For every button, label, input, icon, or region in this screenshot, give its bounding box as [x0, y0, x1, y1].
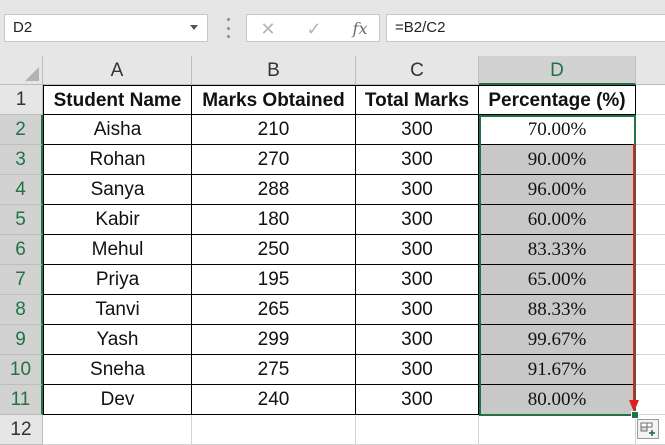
fill-down-arrow-icon	[629, 144, 639, 412]
empty-cell[interactable]	[636, 85, 665, 115]
empty-cell[interactable]	[636, 265, 665, 295]
header-cell-marks-obtained[interactable]: Marks Obtained	[192, 85, 356, 115]
cell-percentage[interactable]: 88.33%	[479, 295, 636, 325]
column-header-c[interactable]: C	[356, 56, 479, 85]
row-header-3[interactable]: 3	[0, 145, 43, 175]
row-header-7[interactable]: 7	[0, 265, 43, 295]
cell-percentage[interactable]: 90.00%	[479, 145, 636, 175]
cell-percentage[interactable]: 83.33%	[479, 235, 636, 265]
cell-total-marks[interactable]: 300	[356, 265, 479, 295]
empty-cell[interactable]	[43, 415, 192, 445]
row-header-9[interactable]: 9	[0, 325, 43, 355]
formula-buttons: ✕ ✓ fx	[246, 14, 380, 42]
empty-cell[interactable]	[636, 385, 665, 415]
header-cell-student-name[interactable]: Student Name	[43, 85, 192, 115]
cell-marks-obtained[interactable]: 180	[192, 205, 356, 235]
cell-student-name[interactable]: Aisha	[43, 115, 192, 145]
cell-total-marks[interactable]: 300	[356, 235, 479, 265]
cell-total-marks[interactable]: 300	[356, 355, 479, 385]
cell-total-marks[interactable]: 300	[356, 205, 479, 235]
formula-text: =B2/C2	[395, 19, 446, 36]
cell-percentage[interactable]: 65.00%	[479, 265, 636, 295]
cell-total-marks[interactable]: 300	[356, 115, 479, 145]
row-header-2[interactable]: 2	[0, 115, 43, 145]
row-header-10[interactable]: 10	[0, 355, 43, 385]
worksheet-grid: A B C D 1 2 3 4 5 6 7 8 9 10 11 12 Stude…	[0, 56, 665, 445]
auto-fill-options-icon[interactable]	[637, 419, 659, 439]
row-header-11[interactable]: 11	[0, 385, 43, 415]
empty-cell[interactable]	[636, 325, 665, 355]
row-header-5[interactable]: 5	[0, 205, 43, 235]
cell-marks-obtained[interactable]: 288	[192, 175, 356, 205]
cell-percentage[interactable]: 99.67%	[479, 325, 636, 355]
drag-handle-icon[interactable]	[227, 18, 230, 38]
empty-cell[interactable]	[192, 415, 356, 445]
formula-input[interactable]: =B2/C2	[386, 14, 665, 42]
cell-total-marks[interactable]: 300	[356, 175, 479, 205]
empty-cell[interactable]	[636, 235, 665, 265]
column-header-b[interactable]: B	[192, 56, 356, 85]
empty-cell[interactable]	[636, 175, 665, 205]
column-header-a[interactable]: A	[43, 56, 192, 85]
cell-total-marks[interactable]: 300	[356, 145, 479, 175]
column-header-e[interactable]	[636, 56, 665, 85]
header-cell-total-marks[interactable]: Total Marks	[356, 85, 479, 115]
column-header-d[interactable]: D	[479, 56, 636, 85]
cell-percentage[interactable]: 96.00%	[479, 175, 636, 205]
cell-total-marks[interactable]: 300	[356, 325, 479, 355]
empty-cell[interactable]	[636, 205, 665, 235]
cell-marks-obtained[interactable]: 240	[192, 385, 356, 415]
empty-cell[interactable]	[636, 115, 665, 145]
select-all-button[interactable]	[0, 56, 43, 85]
row-header-1[interactable]: 1	[0, 85, 43, 115]
formula-bar-area: D2 ✕ ✓ fx =B2/C2	[0, 0, 665, 56]
empty-cell[interactable]	[636, 145, 665, 175]
row-header-6[interactable]: 6	[0, 235, 43, 265]
cell-total-marks[interactable]: 300	[356, 295, 479, 325]
cell-student-name[interactable]: Tanvi	[43, 295, 192, 325]
cell-percentage[interactable]: 80.00%	[479, 385, 636, 415]
select-all-icon	[25, 67, 39, 81]
name-box[interactable]: D2	[4, 14, 208, 42]
cell-marks-obtained[interactable]: 270	[192, 145, 356, 175]
cell-student-name[interactable]: Sanya	[43, 175, 192, 205]
empty-cell[interactable]	[636, 295, 665, 325]
cancel-icon[interactable]: ✕	[253, 17, 283, 41]
cell-marks-obtained[interactable]: 210	[192, 115, 356, 145]
fill-handle[interactable]	[631, 411, 639, 419]
cell-marks-obtained[interactable]: 265	[192, 295, 356, 325]
name-box-value: D2	[13, 19, 33, 36]
cell-student-name[interactable]: Dev	[43, 385, 192, 415]
empty-cell[interactable]	[356, 415, 479, 445]
row-header-12[interactable]: 12	[0, 415, 43, 445]
header-cell-percentage[interactable]: Percentage (%)	[479, 85, 636, 115]
cell-student-name[interactable]: Priya	[43, 265, 192, 295]
row-header-4[interactable]: 4	[0, 175, 43, 205]
enter-icon[interactable]: ✓	[299, 17, 329, 41]
chevron-down-icon[interactable]	[190, 25, 198, 30]
cell-student-name[interactable]: Sneha	[43, 355, 192, 385]
empty-cell[interactable]	[479, 415, 636, 445]
cell-student-name[interactable]: Mehul	[43, 235, 192, 265]
cell-student-name[interactable]: Kabir	[43, 205, 192, 235]
cell-marks-obtained[interactable]: 299	[192, 325, 356, 355]
cell-percentage[interactable]: 60.00%	[479, 205, 636, 235]
cell-percentage-active[interactable]: 70.00%	[479, 115, 636, 145]
row-header-8[interactable]: 8	[0, 295, 43, 325]
cell-total-marks[interactable]: 300	[356, 385, 479, 415]
cell-marks-obtained[interactable]: 195	[192, 265, 356, 295]
cell-student-name[interactable]: Rohan	[43, 145, 192, 175]
cell-marks-obtained[interactable]: 275	[192, 355, 356, 385]
empty-cell[interactable]	[636, 355, 665, 385]
cell-percentage[interactable]: 91.67%	[479, 355, 636, 385]
cell-student-name[interactable]: Yash	[43, 325, 192, 355]
insert-function-button[interactable]: fx	[345, 17, 375, 41]
cell-marks-obtained[interactable]: 250	[192, 235, 356, 265]
